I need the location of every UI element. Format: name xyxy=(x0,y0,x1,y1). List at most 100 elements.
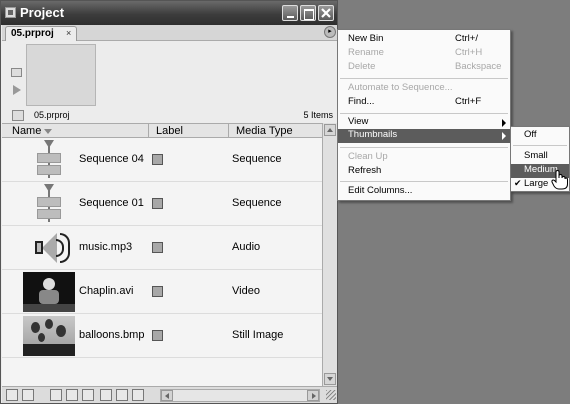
maximize-button[interactable] xyxy=(300,5,316,21)
minimize-button[interactable] xyxy=(282,5,298,21)
submenu-item-label: Off xyxy=(524,129,537,140)
menu-item-thumbnails[interactable]: Thumbnails xyxy=(338,129,510,143)
menu-item-shortcut: Ctrl+F xyxy=(455,96,482,107)
context-menu: New Bin Ctrl+/ Rename Ctrl+H Delete Back… xyxy=(337,29,511,201)
clear-icon[interactable] xyxy=(116,389,128,401)
menu-item-label: Thumbnails xyxy=(348,129,398,140)
column-name[interactable]: Name xyxy=(12,125,41,137)
column-headers: Name Label Media Type xyxy=(2,123,322,138)
tab-close-icon[interactable]: × xyxy=(66,28,71,38)
horizontal-scrollbar[interactable] xyxy=(160,389,320,402)
premiere-app-icon xyxy=(5,7,16,18)
menu-item-label: Automate to Sequence... xyxy=(348,82,453,93)
item-media-type: Still Image xyxy=(232,329,284,341)
item-name: Chaplin.avi xyxy=(79,285,134,297)
title-bar[interactable]: Project xyxy=(1,1,337,25)
find-icon[interactable] xyxy=(66,389,78,401)
menu-item-view[interactable]: View xyxy=(338,116,510,130)
submenu-item-label: Large xyxy=(524,178,549,189)
hand-cursor-icon xyxy=(551,170,568,190)
item-name: balloons.bmp xyxy=(79,329,145,341)
image-thumbnail xyxy=(23,316,75,356)
delete-icon[interactable] xyxy=(132,389,144,401)
preview-thumbnail xyxy=(26,44,96,106)
tab-strip: 05.prproj × ▸ xyxy=(2,25,337,41)
speaker-icon xyxy=(23,228,75,268)
icon-view-icon[interactable] xyxy=(22,389,34,401)
play-icon[interactable] xyxy=(13,85,21,95)
item-media-type: Sequence xyxy=(232,197,282,209)
item-count: 5 Items xyxy=(303,110,333,120)
menu-item-label: Rename xyxy=(348,47,384,58)
resize-grip-icon[interactable] xyxy=(326,390,336,400)
column-label[interactable]: Label xyxy=(156,125,183,137)
item-name: Sequence 01 xyxy=(79,197,144,209)
label-swatch[interactable] xyxy=(152,154,163,165)
label-swatch[interactable] xyxy=(152,286,163,297)
list-item[interactable]: Chaplin.avi Video xyxy=(2,270,322,314)
menu-item-automate-to-sequence[interactable]: Automate to Sequence... xyxy=(338,82,510,96)
window-title: Project xyxy=(20,5,65,20)
close-icon xyxy=(321,8,331,18)
list-item[interactable]: balloons.bmp Still Image xyxy=(2,314,322,358)
label-swatch[interactable] xyxy=(152,330,163,341)
scroll-left-button[interactable] xyxy=(161,390,173,401)
menu-item-edit-columns[interactable]: Edit Columns... xyxy=(338,185,510,199)
list-item[interactable]: Sequence 01 Sequence xyxy=(2,182,322,226)
tab-label: 05.prproj xyxy=(11,28,54,39)
menu-item-find[interactable]: Find... Ctrl+F xyxy=(338,96,510,110)
new-item-icon[interactable] xyxy=(100,389,112,401)
project-bin-icon[interactable] xyxy=(12,110,24,121)
submenu-arrow-icon xyxy=(502,132,506,140)
list-item[interactable]: Sequence 04 Sequence xyxy=(2,138,322,182)
vertical-scrollbar[interactable] xyxy=(322,123,337,386)
menu-item-label: New Bin xyxy=(348,33,384,44)
menu-separator xyxy=(340,78,508,79)
new-bin-icon[interactable] xyxy=(82,389,94,401)
menu-item-label: Refresh xyxy=(348,165,382,176)
panel-menu-button[interactable]: ▸ xyxy=(324,26,336,38)
video-thumbnail xyxy=(23,272,75,312)
menu-item-label: Clean Up xyxy=(348,151,388,162)
label-swatch[interactable] xyxy=(152,198,163,209)
column-divider[interactable] xyxy=(228,124,229,137)
item-name: music.mp3 xyxy=(79,241,133,253)
menu-item-new-bin[interactable]: New Bin Ctrl+/ xyxy=(338,33,510,47)
submenu-item-off[interactable]: Off xyxy=(511,129,569,143)
menu-item-label: View xyxy=(348,116,369,127)
sequence-icon xyxy=(23,184,75,224)
item-media-type: Sequence xyxy=(232,153,282,165)
column-divider[interactable] xyxy=(148,124,149,137)
menu-item-delete[interactable]: Delete Backspace xyxy=(338,61,510,75)
submenu-item-small[interactable]: Small xyxy=(511,150,569,164)
checkmark-icon: ✔ xyxy=(514,178,522,188)
menu-separator xyxy=(513,145,567,146)
item-media-type: Video xyxy=(232,285,260,297)
list-view-icon[interactable] xyxy=(6,389,18,401)
menu-item-clean-up[interactable]: Clean Up xyxy=(338,151,510,165)
sort-arrow-icon xyxy=(44,129,52,134)
scroll-up-button[interactable] xyxy=(324,124,336,136)
bottom-toolbar xyxy=(2,386,337,403)
submenu-item-label: Small xyxy=(524,150,548,161)
poster-frame-icon[interactable] xyxy=(11,68,22,77)
menu-item-rename[interactable]: Rename Ctrl+H xyxy=(338,47,510,61)
menu-item-label: Find... xyxy=(348,96,375,107)
menu-item-label: Edit Columns... xyxy=(348,185,413,196)
menu-item-shortcut: Backspace xyxy=(455,61,502,72)
close-button[interactable] xyxy=(318,5,334,21)
list-item[interactable]: music.mp3 Audio xyxy=(2,226,322,270)
project-items-list: Sequence 04 Sequence Sequence 01 Sequenc… xyxy=(2,138,322,386)
label-swatch[interactable] xyxy=(152,242,163,253)
scroll-down-button[interactable] xyxy=(324,373,336,385)
menu-item-shortcut: Ctrl+/ xyxy=(455,33,478,44)
item-name: Sequence 04 xyxy=(79,153,144,165)
tab-project[interactable]: 05.prproj × xyxy=(5,26,77,41)
scroll-right-button[interactable] xyxy=(307,390,319,401)
project-name: 05.prproj xyxy=(34,110,70,120)
menu-item-refresh[interactable]: Refresh xyxy=(338,165,510,179)
menu-item-shortcut: Ctrl+H xyxy=(455,47,483,58)
column-media-type[interactable]: Media Type xyxy=(236,125,293,137)
info-strip: 05.prproj 5 Items xyxy=(2,109,337,123)
automate-to-sequence-icon[interactable] xyxy=(50,389,62,401)
